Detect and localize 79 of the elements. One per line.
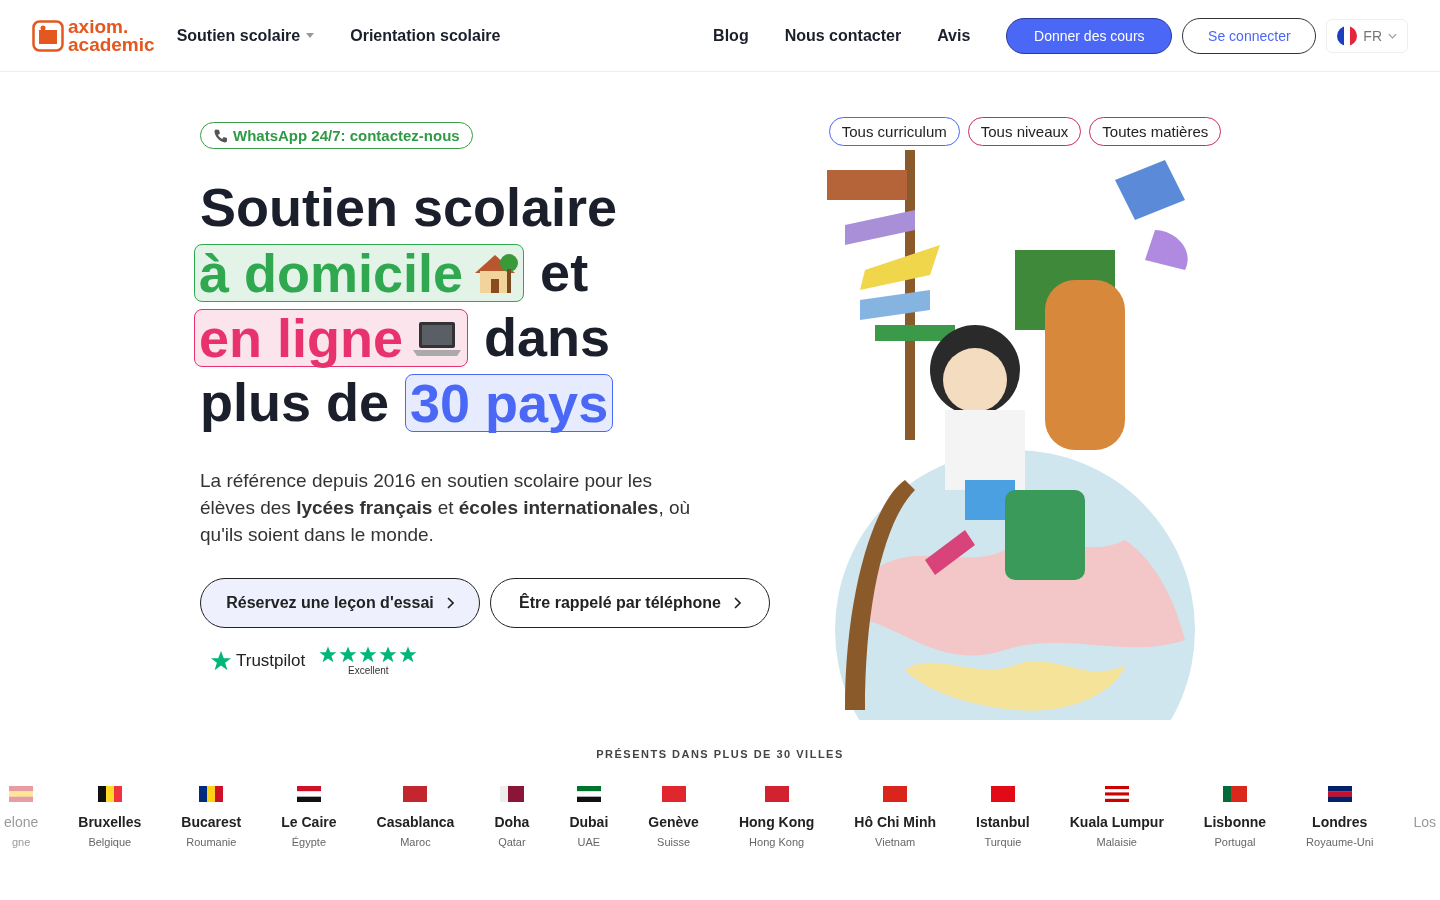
chevron-right-icon: [732, 597, 741, 609]
city-name[interactable]: Le Caire: [281, 814, 337, 830]
country-name: Malaisie: [1096, 836, 1137, 848]
logo-icon: [32, 19, 64, 52]
chevron-down-icon: [1388, 32, 1397, 39]
highlighted-text: 30 pays: [405, 373, 614, 432]
caret-icon: [306, 33, 315, 38]
country-name: Portugal: [1214, 836, 1256, 848]
headline-text: plus de: [199, 371, 391, 434]
country-name: Belgique: [88, 836, 132, 848]
city-name[interactable]: Bucarest: [181, 814, 242, 830]
callback-button[interactable]: Être rappelé par téléphone: [490, 578, 770, 628]
headline-text: et: [539, 241, 590, 304]
city-name[interactable]: Hong Kong: [738, 814, 815, 830]
country-name: Maroc: [400, 836, 431, 848]
logo[interactable]: axiom. academic: [32, 17, 155, 54]
city-name[interactable]: Bruxelles: [78, 814, 142, 830]
city-name[interactable]: Lisbonne: [1203, 814, 1267, 830]
flag-icon: [9, 786, 34, 802]
filter-pill[interactable]: Tous curriculum: [828, 117, 960, 146]
headline-text: Soutien scolaire: [199, 176, 619, 239]
nav-link[interactable]: Nous contacter: [784, 26, 902, 45]
flag-icon: [661, 786, 686, 802]
flag-icon: [990, 786, 1015, 802]
country-name: Suisse: [657, 836, 691, 848]
star-icon: [339, 646, 358, 664]
star-icon: [319, 646, 338, 664]
flag-icon: [1327, 786, 1352, 802]
flag-icon: [764, 786, 789, 802]
flag-icon: [1222, 786, 1247, 802]
city-name[interactable]: Istanbul: [976, 814, 1030, 830]
flag-icon: [576, 786, 601, 802]
country-name: Vietnam: [875, 836, 916, 848]
country-name: Hong Kong: [749, 836, 805, 848]
star-icon: [379, 646, 398, 664]
filter-pill[interactable]: Toutes matières: [1089, 117, 1222, 146]
flag-icon: [499, 786, 524, 802]
country-name: Égypte: [291, 836, 327, 848]
country-name: gne: [11, 836, 31, 848]
city-name[interactable]: Kuala Lumpur: [1069, 814, 1164, 830]
flag-icon: [296, 786, 321, 802]
city-name[interactable]: Casablanca: [376, 814, 455, 830]
city-name[interactable]: Genève: [648, 814, 699, 830]
country-name: Roumanie: [186, 836, 237, 848]
highlighted-text: en ligne: [194, 308, 469, 367]
city-name[interactable]: Hô Chi Minh: [854, 814, 936, 830]
language-selector[interactable]: FR: [1326, 18, 1408, 53]
flag-icon: [1337, 25, 1358, 46]
filter-pill[interactable]: Tous niveaux: [967, 117, 1082, 146]
nav-link[interactable]: Orientation scolaire: [350, 26, 501, 45]
rating-label: Excellent: [348, 665, 389, 676]
phone-icon: [213, 127, 229, 144]
headline-text: dans: [483, 306, 612, 369]
flag-icon: [1104, 786, 1129, 802]
section-title: PRÉSENTS DANS PLUS DE 30 VILLES: [596, 748, 844, 760]
city-name[interactable]: Doha: [494, 814, 530, 830]
nav-link[interactable]: Blog: [713, 26, 749, 45]
login-button[interactable]: Se connecter: [1182, 17, 1317, 54]
star-icon: [210, 650, 232, 672]
country-name: Turquie: [984, 836, 1022, 848]
teach-button[interactable]: Donner des cours: [1006, 17, 1173, 54]
flag-icon: [883, 786, 908, 802]
flag-icon: [97, 786, 122, 802]
trustpilot-text: Trustpilot: [236, 651, 306, 671]
country-name: Qatar: [498, 836, 526, 848]
nav-link[interactable]: Soutien scolaire: [176, 26, 315, 45]
flag-icon: [403, 786, 428, 802]
city-name[interactable]: Londres: [1312, 814, 1368, 830]
flag-icon: [199, 786, 224, 802]
chevron-right-icon: [445, 597, 454, 609]
highlighted-text: à domicile: [194, 243, 525, 302]
star-icon: [359, 646, 378, 664]
country-name: Royaume-Uni: [1306, 836, 1374, 848]
country-name: UAE: [577, 836, 601, 848]
city-name[interactable]: Dubai: [569, 814, 609, 830]
hero-description: La référence depuis 2016 en soutien scolaire pour les élèves des lycées français et écoles internationales, où qu'ils soient dans le monde.: [200, 469, 692, 547]
book-lesson-button[interactable]: Réservez une leçon d'essai: [200, 578, 480, 628]
star-icon: [399, 646, 418, 664]
nav-link[interactable]: Avis: [937, 26, 971, 45]
